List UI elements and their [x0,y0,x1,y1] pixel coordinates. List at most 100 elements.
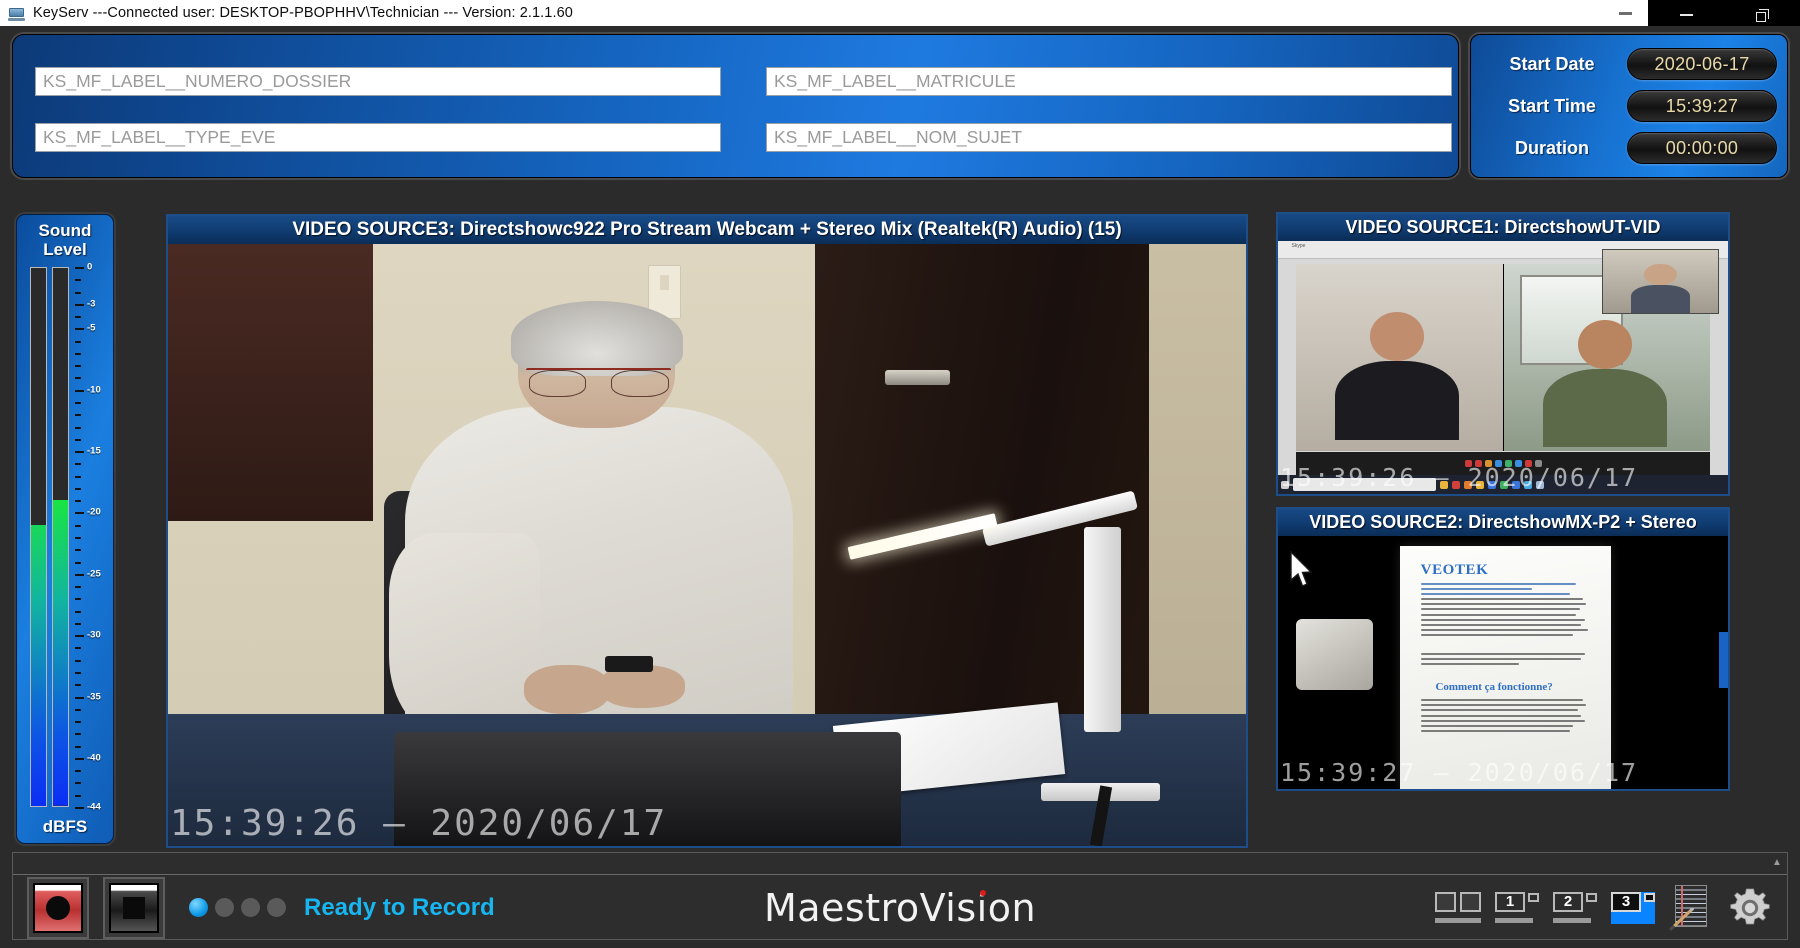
vu-tick-minor [75,279,81,282]
vu-scale-label: -3 [87,298,96,310]
bottom-toolbar: ▲ Ready to Record MaestroVision 1 2 3 [12,852,1788,940]
video-source3-viewport[interactable]: 15:39:26 — 2020/06/17 [168,244,1246,846]
vu-fill-left [31,524,46,806]
document-text-line [1420,629,1589,632]
video-source2-panel[interactable]: VIDEO SOURCE2: DirectshowMX-P2 + Stereo … [1276,507,1730,791]
sound-level-title: Sound Level [17,221,113,259]
start-time-label: Start Time [1508,95,1596,116]
document-text-line [1420,603,1587,606]
vu-scale-label: -15 [87,445,101,457]
record-button[interactable] [27,876,89,939]
vu-tick-minor [75,745,81,748]
vu-scale-label: -40 [87,752,101,764]
restore-icon [1755,8,1769,22]
type-eve-input[interactable]: KS_MF_LABEL__TYPE_EVE [35,123,721,152]
document-text-line [1420,592,1570,595]
layout-preset-1-label: 1 [1495,891,1525,912]
vu-tick-minor [75,782,81,785]
video-source2-viewport[interactable]: VEOTEK Comment ça fonctionne? 15:39:27 —… [1278,536,1728,789]
window-title: KeyServ ---Connected user: DESKTOP-PBOPH… [33,5,573,21]
minimize-icon [1618,11,1632,15]
document-text-line [1420,709,1578,712]
document-text-line [1420,618,1585,621]
video-source3-panel[interactable]: VIDEO SOURCE3: Directshowc922 Pro Stream… [166,214,1248,848]
toolbar-top-strip: ▲ [13,853,1787,875]
vu-tick-minor [75,549,81,552]
layout-dual-button[interactable] [1435,891,1481,924]
vu-scale-label: -5 [87,322,96,334]
notepad-icon[interactable] [1668,884,1713,931]
vu-tick-minor [75,365,81,368]
sound-level-unit: dBFS [42,817,88,836]
vu-scale-label: -10 [87,384,101,396]
document-text-line [1420,608,1580,611]
document-text-line [1420,704,1587,707]
window-titlebar: KeyServ ---Connected user: DESKTOP-PBOPH… [0,0,1800,26]
keyserv-icon [8,4,26,22]
start-date-value: 2020-06-17 [1627,48,1777,80]
vu-tick-minor [75,733,81,736]
vu-scale-label: 0 [87,261,93,273]
layout-preset-3-button[interactable]: 3 [1611,891,1655,924]
document-text-line [1420,714,1582,717]
vu-tick-minor [75,672,81,674]
vu-tick-minor [75,316,81,319]
document-camera-scene: VEOTEK Comment ça fonctionne? [1278,536,1728,789]
stop-button[interactable] [103,876,165,939]
app-root: KS_MF_LABEL__NUMERO_DOSSIER KS_MF_LABEL_… [0,26,1800,948]
webcam-scene [168,244,1246,846]
document-subheading: Comment ça fonctionne? [1435,680,1553,693]
layout-preset-3-label: 3 [1611,891,1641,912]
session-time-panel: Start Date 2020-06-17 Start Time 15:39:2… [1470,34,1788,178]
stop-square-icon [123,896,145,919]
video-source2-header: VIDEO SOURCE2: DirectshowMX-P2 + Stereo [1278,509,1728,536]
vu-tick-minor [75,721,81,724]
gear-icon[interactable] [1727,885,1773,931]
vu-tick-major [75,757,84,760]
conference-app-scene: Skype [1278,241,1728,494]
vu-tick-minor [75,500,81,503]
vu-scale-label: -20 [87,506,101,518]
document-text-line [1420,658,1582,661]
vu-tick-minor [75,708,81,711]
minimize-icon [1679,14,1693,16]
vu-tick-minor [75,487,81,490]
start-time-row: Start Time 15:39:27 [1477,87,1777,125]
status-dot-2 [215,898,234,917]
vu-tick-major [75,573,84,576]
duration-row: Duration 00:00:00 [1477,129,1777,167]
status-dot-3 [241,898,260,917]
layout-and-tools: 1 2 3 [1435,875,1773,940]
sound-title-line2: Level [43,240,87,259]
vu-tick-minor [75,426,81,429]
document-text-line [1420,582,1577,585]
nom-sujet-input[interactable]: KS_MF_LABEL__NOM_SUJET [766,123,1452,152]
matricule-input[interactable]: KS_MF_LABEL__MATRICULE [766,67,1452,96]
metadata-form-panel: KS_MF_LABEL__NUMERO_DOSSIER KS_MF_LABEL_… [12,34,1459,178]
document-text-line [1420,587,1533,590]
video-source1-viewport[interactable]: Skype 15:39:26 — 2020/06/17 [1278,241,1728,494]
vu-tick-minor [75,586,81,589]
numero-dossier-input[interactable]: KS_MF_LABEL__NUMERO_DOSSIER [35,67,721,96]
document-sheet: VEOTEK Comment ça fonctionne? [1399,546,1611,789]
vu-scale-label: -35 [87,691,101,703]
duration-value: 00:00:00 [1627,132,1777,164]
vu-fill-right [53,500,68,806]
video-source1-panel[interactable]: VIDEO SOURCE1: DirectshowUT-VID Skype 15… [1276,212,1730,496]
vu-tick-minor [75,561,81,564]
window-minimize-button[interactable] [1602,0,1648,26]
vu-meter-right-channel [52,267,69,807]
vu-tick-minor [75,414,81,417]
brand-name: MaestroVision [763,885,1037,930]
vu-tick-major [75,328,84,331]
vu-scale-label: -30 [87,629,101,641]
document-text-line [1420,730,1570,733]
vu-tick-minor [75,438,81,441]
document-heading: VEOTEK [1420,561,1489,578]
vu-scale-label: -44 [87,801,101,813]
layout-preset-2-button[interactable]: 2 [1553,891,1597,924]
layout-preset-1-button[interactable]: 1 [1495,891,1539,924]
vu-tick-major [75,696,84,699]
mouse-cursor [1290,551,1313,588]
scroll-up-icon[interactable]: ▲ [1769,855,1785,871]
